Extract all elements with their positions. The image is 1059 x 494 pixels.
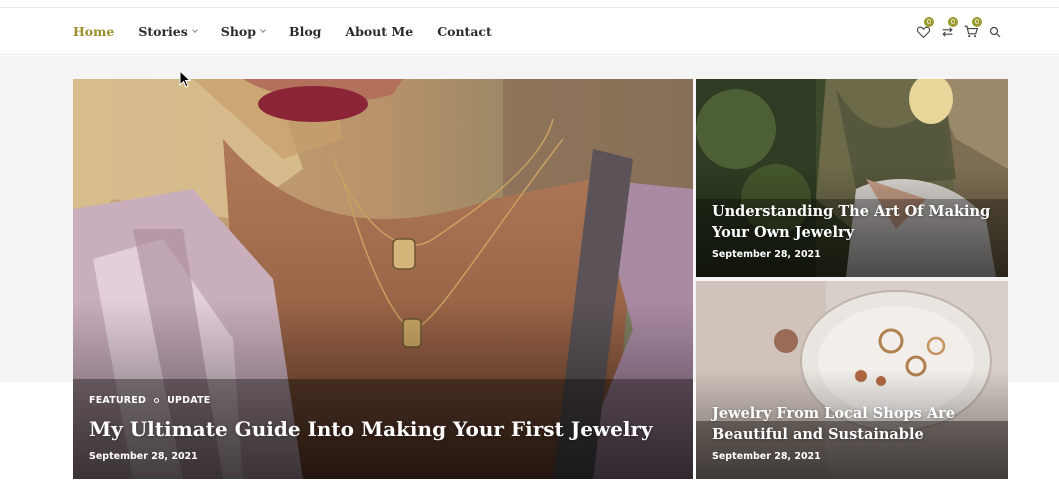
nav-item-home[interactable]: Home <box>73 24 114 39</box>
nav-item-label: Contact <box>437 24 492 39</box>
nav-item-label: Blog <box>289 24 322 39</box>
header-icons: 0 0 0 <box>911 8 1007 55</box>
side-post-card[interactable]: Understanding The Art Of Making Your Own… <box>696 79 1008 277</box>
site-header: Home Stories Shop Blog About Me Contact … <box>0 8 1059 55</box>
top-strip <box>0 0 1059 8</box>
side-post-meta: Jewelry From Local Shops Are Beautiful a… <box>712 403 992 462</box>
main-nav: Home Stories Shop Blog About Me Contact <box>73 8 516 55</box>
wishlist-button[interactable]: 0 <box>911 16 935 42</box>
heart-icon <box>916 26 930 38</box>
separator-dot-icon <box>154 398 160 403</box>
compare-button[interactable]: 0 <box>935 16 959 42</box>
nav-item-stories[interactable]: Stories <box>138 24 198 39</box>
cart-icon <box>964 25 978 38</box>
side-post-date: September 28, 2021 <box>712 451 821 462</box>
side-post-title[interactable]: Jewelry From Local Shops Are Beautiful a… <box>712 403 992 445</box>
nav-item-label: Shop <box>220 24 256 39</box>
post-categories: FEATURED UPDATE <box>89 395 677 406</box>
category-featured[interactable]: FEATURED <box>89 395 146 406</box>
category-update[interactable]: UPDATE <box>167 395 210 406</box>
side-post-meta: Understanding The Art Of Making Your Own… <box>712 201 992 260</box>
featured-post-card[interactable]: FEATURED UPDATE My Ultimate Guide Into M… <box>73 79 693 479</box>
search-button[interactable] <box>983 22 1007 42</box>
cart-count-badge: 0 <box>972 16 982 27</box>
mouse-cursor-icon <box>179 70 191 88</box>
compare-arrows-icon <box>941 26 953 37</box>
side-post-card[interactable]: Jewelry From Local Shops Are Beautiful a… <box>696 281 1008 479</box>
chevron-down-icon <box>191 27 198 33</box>
chevron-down-icon <box>260 27 266 33</box>
nav-item-label: About Me <box>345 24 414 39</box>
nav-item-shop[interactable]: Shop <box>220 24 266 39</box>
nav-item-about-me[interactable]: About Me <box>345 24 413 39</box>
cart-button[interactable]: 0 <box>959 16 983 42</box>
nav-item-label: Stories <box>138 24 188 39</box>
featured-post-title[interactable]: My Ultimate Guide Into Making Your First… <box>89 416 677 442</box>
featured-post-meta: FEATURED UPDATE My Ultimate Guide Into M… <box>89 395 677 462</box>
search-icon <box>989 26 1001 37</box>
side-post-date: September 28, 2021 <box>712 249 821 260</box>
nav-item-blog[interactable]: Blog <box>289 24 321 39</box>
compare-count-badge: 0 <box>948 16 958 27</box>
nav-item-contact[interactable]: Contact <box>437 24 492 39</box>
featured-post-date: September 28, 2021 <box>89 451 198 462</box>
side-post-title[interactable]: Understanding The Art Of Making Your Own… <box>712 201 992 243</box>
wishlist-count-badge: 0 <box>924 16 934 27</box>
nav-item-label: Home <box>73 24 115 39</box>
